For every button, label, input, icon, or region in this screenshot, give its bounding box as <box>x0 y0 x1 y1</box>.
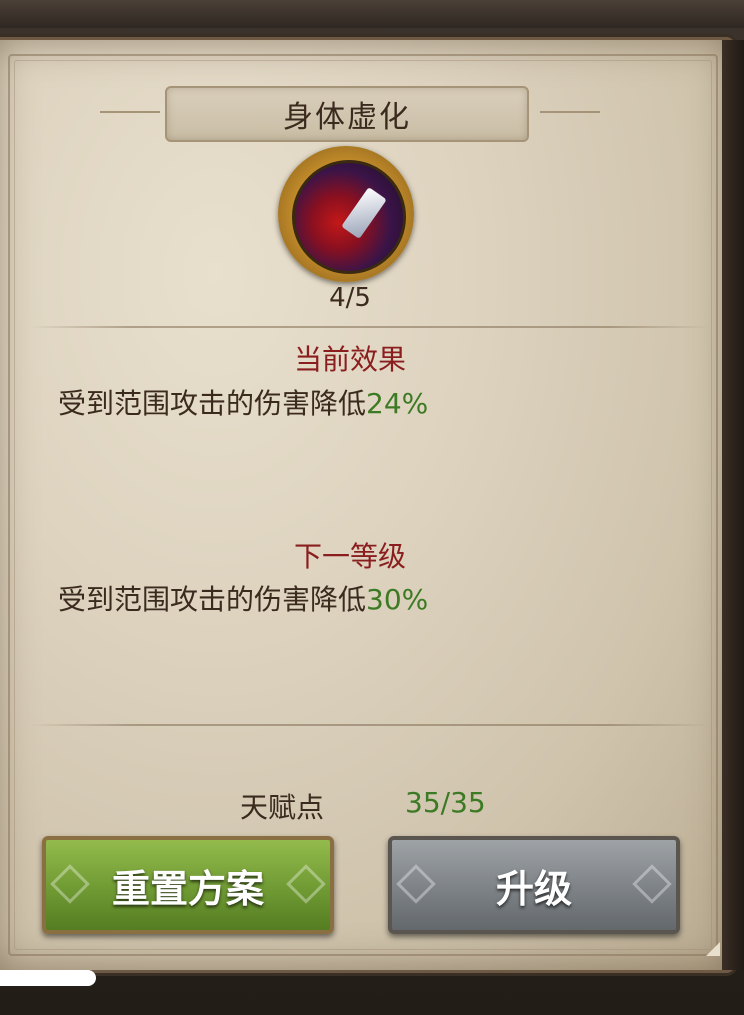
resize-corner-icon <box>706 942 720 956</box>
reset-plan-label: 重置方案 <box>111 866 264 911</box>
divider-bottom <box>30 724 710 726</box>
current-effect-line: 受到范围攻击的伤害降低24% <box>58 382 428 422</box>
title-ornament-right <box>540 111 600 113</box>
button-ornament-right-icon <box>632 864 672 904</box>
panel-edge <box>722 40 744 970</box>
home-indicator[interactable] <box>0 970 96 986</box>
top-strip <box>0 0 744 28</box>
title-plate: 身体虚化 <box>165 86 529 142</box>
skill-blood-crystal-icon <box>292 160 406 274</box>
talent-points-label: 天赋点 <box>240 791 325 824</box>
reset-plan-button[interactable]: 重置方案 <box>42 836 334 934</box>
skill-level: 4/5 <box>329 283 371 313</box>
divider-top <box>30 326 710 328</box>
talent-points-value: 35/35 <box>405 786 486 819</box>
current-effect-value: 24% <box>366 387 429 420</box>
current-effect-text: 受到范围攻击的伤害降低 <box>58 387 367 420</box>
game-screen: 身体虚化 4/5 当前效果 受到范围攻击的伤害降低24% 下一等级 受到范围攻击… <box>0 0 744 1015</box>
next-level-text: 受到范围攻击的伤害降低 <box>58 583 367 616</box>
next-level-line: 受到范围攻击的伤害降低30% <box>58 578 428 618</box>
dialog-title: 身体虚化 <box>283 100 411 135</box>
skill-icon-frame <box>278 146 414 282</box>
next-level-value: 30% <box>366 583 429 616</box>
button-ornament-right-icon <box>286 864 326 904</box>
button-ornament-left-icon <box>396 864 436 904</box>
button-ornament-left-icon <box>50 864 90 904</box>
current-effect-heading: 当前效果 <box>293 343 406 376</box>
upgrade-label: 升级 <box>495 866 572 911</box>
upgrade-button[interactable]: 升级 <box>388 836 680 934</box>
crystal-shard-icon <box>341 187 387 239</box>
title-ornament-left <box>100 111 160 113</box>
next-level-heading: 下一等级 <box>293 540 406 573</box>
